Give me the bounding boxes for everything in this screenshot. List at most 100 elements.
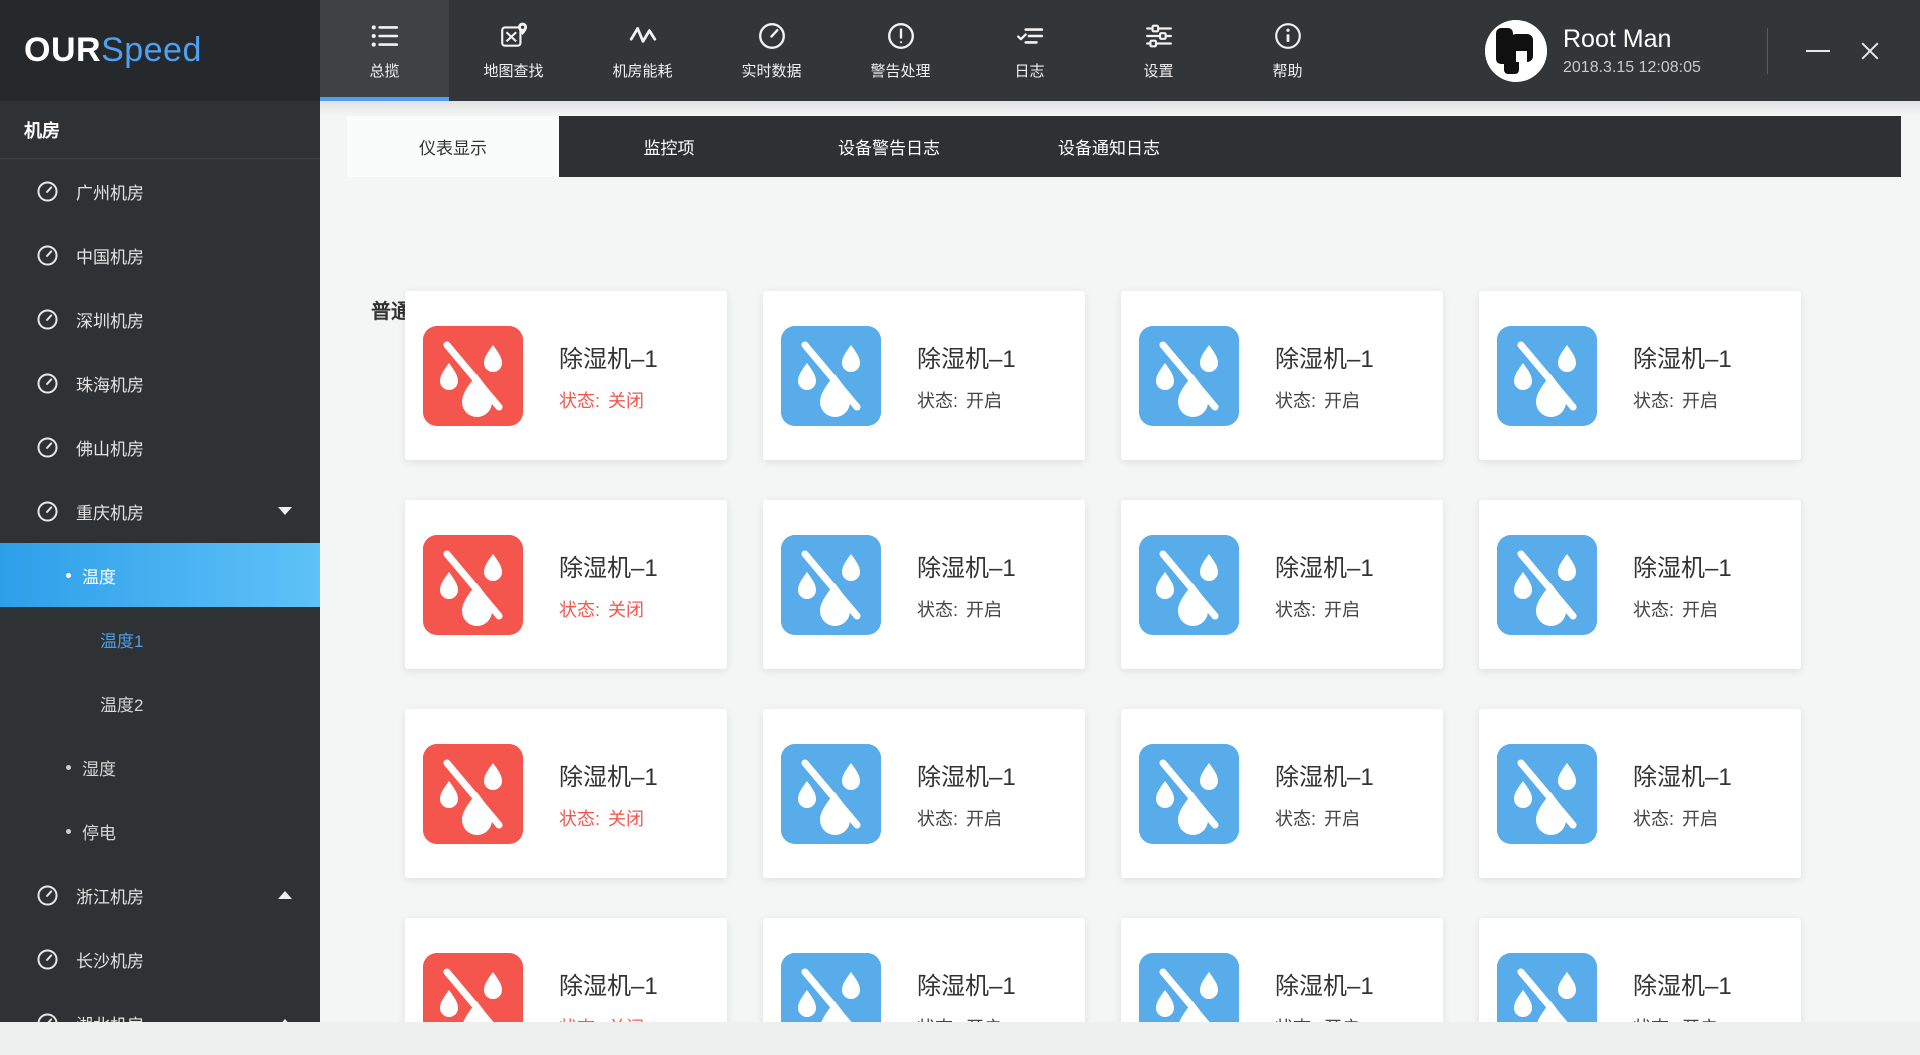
chevron-up-icon (278, 891, 292, 899)
sidebar-item-temperature[interactable]: 温度 (0, 543, 320, 607)
window-divider (1767, 28, 1768, 74)
sidebar-item-label: 浙江机房 (76, 883, 144, 908)
status-label: 状态: (1275, 600, 1316, 620)
bullet-icon (66, 829, 71, 834)
nav-label: 日志 (1014, 60, 1044, 81)
status-value: 开启 (1682, 600, 1718, 620)
device-status: 状态:开启 (1275, 596, 1374, 622)
sidebar-header: 机房 (0, 101, 320, 159)
card-text: 除湿机–1 状态: 开启 (1633, 548, 1732, 622)
sidebar-item-humidity[interactable]: 湿度 (0, 735, 320, 799)
dehumidifier-on-icon (1497, 326, 1597, 426)
top-nav: 总揽 地图查找 机房能耗 实时数据 警告处理 日志 设置 帮助 (320, 0, 1352, 101)
tab-bar: 仪表显示 监控项 设备警告日志 设备通知日志 (347, 116, 1901, 177)
status-label: 状态: (559, 809, 600, 829)
tab-monitoring-items[interactable]: 监控项 (559, 116, 779, 177)
dehumidifier-on-icon (1497, 744, 1597, 844)
status-value: 关闭 (608, 600, 644, 620)
sidebar-item-power-outage[interactable]: 停电 (0, 799, 320, 863)
device-card[interactable]: 除湿机–1 状态:关闭 (405, 291, 727, 460)
status-value: 开启 (966, 809, 1002, 829)
logo-prefix: OUR (24, 31, 101, 69)
sidebar-item-guangzhou[interactable]: 广州机房 (0, 159, 320, 223)
device-title: 除湿机–1 (1275, 966, 1374, 1001)
nav-item-alert-handling[interactable]: 警告处理 (836, 0, 965, 101)
sidebar-item-chongqing[interactable]: 重庆机房 (0, 479, 320, 543)
nav-label: 设置 (1143, 60, 1173, 81)
close-button[interactable] (1848, 29, 1892, 73)
dehumidifier-off-icon (423, 326, 523, 426)
tab-device-notice-log[interactable]: 设备通知日志 (999, 116, 1219, 177)
sidebar-item-label: 深圳机房 (76, 307, 144, 332)
sidebar-item-zhuhai[interactable]: 珠海机房 (0, 351, 320, 415)
device-card[interactable]: 除湿机–1 状态:开启 (1121, 709, 1443, 878)
user-avatar[interactable] (1485, 20, 1547, 82)
nav-label: 地图查找 (483, 60, 543, 81)
card-text: 除湿机–1 状态:开启 (917, 548, 1016, 622)
device-card[interactable]: 除湿机–1 状态: 开启 (1479, 500, 1801, 669)
energy-icon (628, 21, 658, 51)
app-logo: OURSpeed (24, 31, 202, 70)
card-text: 除湿机–1 状态:开启 (1275, 757, 1374, 831)
device-card[interactable]: 除湿机–1 状态:开启 (1479, 291, 1801, 460)
device-title: 除湿机–1 (917, 757, 1016, 792)
sidebar-item-temperature1[interactable]: 温度1 (0, 607, 320, 671)
device-card[interactable]: 除湿机–1 状态:关闭 (405, 500, 727, 669)
nav-item-settings[interactable]: 设置 (1094, 0, 1223, 101)
dehumidifier-on-icon (1139, 535, 1239, 635)
device-title: 除湿机–1 (917, 966, 1016, 1001)
tab-dashboard-display[interactable]: 仪表显示 (347, 116, 559, 177)
logo-block: OURSpeed (0, 0, 320, 101)
gauge-icon (36, 372, 59, 395)
logo-suffix: Speed (101, 31, 202, 69)
nav-item-help[interactable]: 帮助 (1223, 0, 1352, 101)
sidebar-item-changsha[interactable]: 长沙机房 (0, 927, 320, 991)
device-card[interactable]: 除湿机–1 状态:开启 (763, 709, 1085, 878)
sidebar-item-zhongguo[interactable]: 中国机房 (0, 223, 320, 287)
datetime: 2018.3.15 12:08:05 (1563, 59, 1763, 77)
status-value: 开启 (1324, 809, 1360, 829)
settings-icon (1144, 21, 1174, 51)
alert-icon (886, 21, 916, 51)
status-label: 状态: (1633, 600, 1674, 620)
nav-item-logs[interactable]: 日志 (965, 0, 1094, 101)
sidebar-item-zhejiang[interactable]: 浙江机房 (0, 863, 320, 927)
device-status: 状态:关闭 (559, 387, 658, 413)
device-card[interactable]: 除湿机–1 状态:关闭 (405, 709, 727, 878)
gauge-icon (36, 884, 59, 907)
dehumidifier-on-icon (1139, 326, 1239, 426)
status-value: 开启 (1324, 391, 1360, 411)
dehumidifier-off-icon (423, 744, 523, 844)
device-card[interactable]: 除湿机–1 状态:开启 (1121, 291, 1443, 460)
nav-item-map-search[interactable]: 地图查找 (449, 0, 578, 101)
device-card[interactable]: 除湿机–1 状态:开启 (1121, 500, 1443, 669)
user-info: Root Man 2018.3.15 12:08:05 (1563, 25, 1763, 77)
minimize-icon (1806, 50, 1830, 52)
device-card[interactable]: 除湿机–1 状态:开启 (763, 500, 1085, 669)
nav-item-realtime-data[interactable]: 实时数据 (707, 0, 836, 101)
device-title: 除湿机–1 (1633, 548, 1732, 583)
tab-device-alert-log[interactable]: 设备警告日志 (779, 116, 999, 177)
nav-item-overview[interactable]: 总揽 (320, 0, 449, 101)
device-title: 除湿机–1 (917, 339, 1016, 374)
status-label: 状态: (1633, 391, 1674, 411)
list-icon (370, 21, 400, 51)
sidebar-item-shenzhen[interactable]: 深圳机房 (0, 287, 320, 351)
gauge-icon (757, 21, 787, 51)
top-header: OURSpeed 总揽 地图查找 机房能耗 实时数据 警告处理 日志 设置 (0, 0, 1920, 101)
nav-label: 帮助 (1272, 60, 1302, 81)
sidebar-item-foshan[interactable]: 佛山机房 (0, 415, 320, 479)
dehumidifier-on-icon (781, 326, 881, 426)
sidebar-item-temperature2[interactable]: 温度2 (0, 671, 320, 735)
minimize-button[interactable] (1796, 29, 1840, 73)
device-card[interactable]: 除湿机–1 状态:开启 (763, 291, 1085, 460)
device-status: 状态:开启 (917, 596, 1016, 622)
device-title: 除湿机–1 (917, 548, 1016, 583)
nav-item-energy[interactable]: 机房能耗 (578, 0, 707, 101)
status-label: 状态: (1275, 391, 1316, 411)
sidebar-item-label: 佛山机房 (76, 435, 144, 460)
card-text: 除湿机–1 状态:开启 (1633, 757, 1732, 831)
device-title: 除湿机–1 (559, 757, 658, 792)
gauge-icon (36, 948, 59, 971)
device-card[interactable]: 除湿机–1 状态:开启 (1479, 709, 1801, 878)
